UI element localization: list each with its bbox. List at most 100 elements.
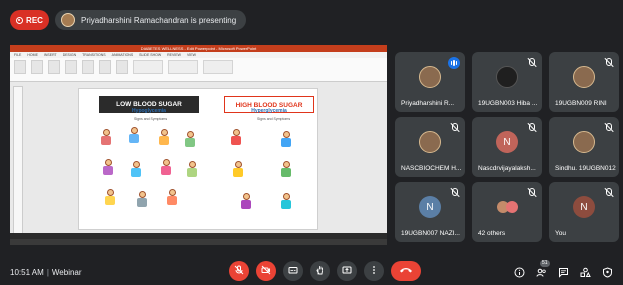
participants-button[interactable]: 51 [536, 260, 550, 278]
cartoon-figure [231, 161, 245, 177]
cartoon-figure [159, 159, 173, 175]
muted-mic-icon [603, 188, 613, 198]
participant-name: You [555, 230, 566, 237]
camera-off-icon [261, 265, 271, 278]
participant-tile[interactable]: Priyadharshini R... [395, 52, 465, 112]
participant-tile[interactable]: 42 others [472, 182, 542, 242]
record-icon [16, 16, 24, 24]
ppt-tab: FILE [14, 53, 22, 57]
meeting-title: Webinar [51, 268, 82, 277]
chat-button[interactable] [558, 267, 569, 278]
participant-name: 19UGBN007 NAZI... [401, 230, 460, 237]
chat-icon [558, 268, 569, 281]
ppt-tab: TRANSITIONS [82, 53, 106, 57]
safety-icon [602, 267, 613, 281]
ribbon-button [116, 60, 128, 74]
present-button[interactable] [337, 261, 357, 281]
slide: LOW BLOOD SUGAR Hypoglycemia HIGH BLOOD … [78, 88, 318, 230]
participant-photo [496, 66, 518, 88]
ribbon-button [82, 60, 94, 74]
participant-photo [573, 66, 595, 88]
ppt-tab: VIEW [186, 53, 196, 57]
muted-mic-icon [526, 123, 536, 133]
meeting-details-button[interactable] [514, 267, 525, 278]
cartoon-figure [127, 127, 141, 143]
cartoon-figure [103, 189, 117, 205]
cartoon-figure [229, 129, 243, 145]
leave-call-button[interactable] [391, 261, 421, 281]
captions-icon [288, 265, 298, 278]
call-controls [229, 261, 421, 281]
recording-badge[interactable]: REC [10, 10, 49, 30]
participant-initial-avatar: N [496, 131, 518, 153]
presenting-banner: Priyadharshini Ramachandran is presentin… [55, 10, 247, 30]
ppt-tab: REVIEW [167, 53, 181, 57]
ribbon-group [133, 60, 163, 74]
cartoon-figure [185, 161, 199, 177]
side-controls: 51 [514, 260, 613, 278]
signs-label-low: Signs and Symptoms [134, 117, 168, 121]
participant-tile[interactable]: N 19UGBN007 NAZI... [395, 182, 465, 242]
host-controls-button[interactable] [602, 267, 613, 278]
shared-screen[interactable]: DIABETES WELLNESS - Edit Powerpoint - Mi… [10, 45, 387, 245]
participant-name: 19UGBN009 RINI [555, 100, 607, 107]
participant-name: Sindhu. 19UGBN012 [555, 165, 616, 172]
ribbon-button [31, 60, 43, 74]
participant-tile[interactable]: N You [549, 182, 619, 242]
participant-name: 42 others [478, 230, 506, 237]
signs-label-high: Signs and Symptoms [257, 117, 291, 121]
muted-mic-icon [603, 123, 613, 133]
muted-mic-icon [449, 188, 459, 198]
slide-thumbnails [13, 86, 23, 235]
presenter-avatar [61, 13, 75, 27]
cartoon-figure [101, 159, 115, 175]
cartoon-figure [129, 161, 143, 177]
info-icon [514, 267, 525, 281]
participant-photo [419, 66, 441, 88]
ppt-tab: INSERT [43, 53, 57, 57]
cartoon-figure [135, 191, 149, 207]
participant-initial-avatar: N [573, 196, 595, 218]
participants-count-badge: 51 [540, 260, 550, 267]
camera-toggle-button[interactable] [256, 261, 276, 281]
participant-tile[interactable]: N Nascdrvijayalaksh... [472, 117, 542, 177]
high-blood-sugar-subtitle: Hyperglycemia [251, 108, 287, 114]
activities-button[interactable] [580, 267, 591, 278]
participant-tile[interactable]: Sindhu. 19UGBN012 [549, 117, 619, 177]
speaking-indicator-icon [448, 57, 460, 69]
ppt-tab: HOME [27, 53, 38, 57]
mic-off-icon [234, 265, 244, 278]
participant-tile[interactable]: 19UGBN003 Hiba ... [472, 52, 542, 112]
raise-hand-button[interactable] [310, 261, 330, 281]
cartoon-figure [279, 193, 293, 209]
participant-photo [573, 131, 595, 153]
muted-mic-icon [449, 123, 459, 133]
slide-area: LOW BLOOD SUGAR Hypoglycemia HIGH BLOOD … [10, 82, 387, 239]
captions-button[interactable] [283, 261, 303, 281]
participant-tile[interactable]: NASCBIOCHEM H... [395, 117, 465, 177]
participant-initial-avatar: N [419, 196, 441, 218]
mic-toggle-button[interactable] [229, 261, 249, 281]
group-avatars [492, 196, 522, 218]
ppt-ribbon [10, 58, 387, 82]
low-blood-sugar-subtitle: Hypoglycemia [132, 108, 166, 114]
participant-tile[interactable]: 19UGBN009 RINI [549, 52, 619, 112]
cartoon-figure [183, 131, 197, 147]
meeting-info: 10:51 AM | Webinar [10, 268, 82, 277]
participant-name: 19UGBN003 Hiba ... [478, 100, 538, 107]
more-options-button[interactable] [364, 261, 384, 281]
clock: 10:51 AM [10, 268, 44, 277]
ribbon-button [14, 60, 26, 74]
participant-photo [419, 131, 441, 153]
rec-label: REC [26, 15, 43, 25]
ppt-status-bar [10, 233, 387, 239]
raise-hand-icon [315, 265, 325, 278]
participant-name: Nascdrvijayalaksh... [478, 165, 536, 172]
ribbon-group [203, 60, 233, 74]
ribbon-button [65, 60, 77, 74]
cartoon-figure [99, 129, 113, 145]
muted-mic-icon [603, 58, 613, 68]
more-icon [369, 265, 379, 278]
participant-name: Priyadharshini R... [401, 100, 455, 107]
participant-name: NASCBIOCHEM H... [401, 165, 462, 172]
